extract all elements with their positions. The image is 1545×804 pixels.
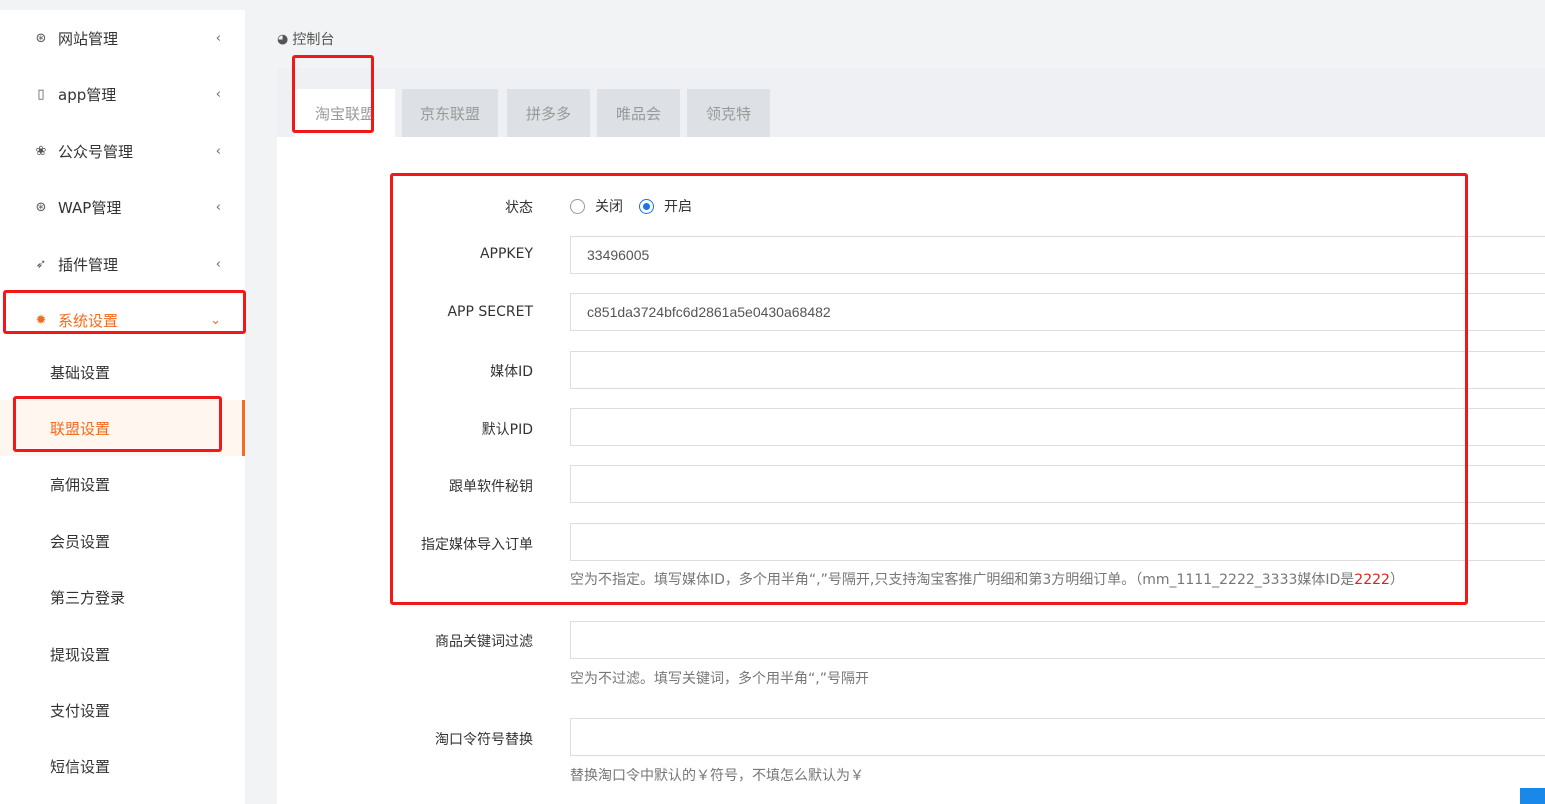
sidebar-item-website[interactable]: ⊛ 网站管理 ‹ xyxy=(0,10,245,66)
sidebar-item-label: app管理 xyxy=(58,85,117,104)
default-pid-label: 默认PID xyxy=(481,422,533,438)
sidebar-subitem-label: 支付设置 xyxy=(50,701,111,720)
rocket-icon: ➶ xyxy=(35,256,47,272)
appkey-input[interactable]: 33496005 xyxy=(570,236,1545,274)
sidebar-item-label: 插件管理 xyxy=(58,255,119,274)
lifebuoy-icon: ⊛ xyxy=(35,199,47,215)
import-media-input[interactable] xyxy=(570,523,1545,561)
status-radio-off[interactable] xyxy=(570,198,585,214)
chevron-left-icon: ‹ xyxy=(215,199,221,215)
status-label: 状态 xyxy=(505,200,533,216)
tab-linktech[interactable]: 领克特 xyxy=(687,89,770,137)
tkl-replace-label: 淘口令符号替换 xyxy=(435,732,533,748)
sidebar-item-plugins[interactable]: ➶ 插件管理 ‹ xyxy=(0,236,245,292)
tracking-key-label: 跟单软件秘钥 xyxy=(449,479,533,495)
chevron-down-icon: ⌄ xyxy=(210,312,221,328)
keyword-filter-help: 空为不过滤。填写关键词，多个用半角“,”号隔开 xyxy=(570,671,869,687)
sidebar-subitem-label: 会员设置 xyxy=(50,532,111,551)
import-media-label: 指定媒体导入订单 xyxy=(421,537,533,553)
wechat-icon: ❀ xyxy=(35,143,47,159)
sidebar: ⊛ 网站管理 ‹ ▯ app管理 ‹ ❀ 公众号管理 ‹ ⊛ WAP管理 ‹ ➶… xyxy=(0,10,245,804)
media-id-input[interactable] xyxy=(570,351,1545,389)
status-radio-off-label[interactable]: 关闭 xyxy=(595,196,623,216)
chevron-left-icon: ‹ xyxy=(215,143,221,159)
sidebar-item-label: WAP管理 xyxy=(58,198,122,217)
sidebar-subitem-basic[interactable]: 基础设置 xyxy=(0,344,245,400)
status-radio-on-label[interactable]: 开启 xyxy=(664,196,692,216)
tab-vipshop[interactable]: 唯品会 xyxy=(597,89,680,137)
sidebar-subitem-alliance[interactable]: 联盟设置 xyxy=(0,400,245,456)
sidebar-subitem-payment[interactable]: 支付设置 xyxy=(0,682,245,738)
default-pid-input[interactable] xyxy=(570,408,1545,446)
tracking-key-input[interactable] xyxy=(570,465,1545,503)
tkl-replace-input[interactable] xyxy=(570,718,1545,756)
tab-jd[interactable]: 京东联盟 xyxy=(402,89,498,137)
keyword-filter-input[interactable] xyxy=(570,621,1545,659)
status-radio-group: 关闭 开启 xyxy=(570,196,708,216)
chevron-left-icon: ‹ xyxy=(215,86,221,102)
main-panel: 淘宝联盟 京东联盟 拼多多 唯品会 领克特 状态 关闭 开启 APPKEY 33… xyxy=(277,69,1545,804)
sidebar-subitem-label: 基础设置 xyxy=(50,363,111,382)
tab-pinduoduo[interactable]: 拼多多 xyxy=(507,89,590,137)
appkey-label: APPKEY xyxy=(479,246,533,262)
sidebar-subitem-label: 高佣设置 xyxy=(50,475,111,494)
tab-bar: 淘宝联盟 京东联盟 拼多多 唯品会 领克特 xyxy=(277,69,1545,137)
sidebar-subitem-label: 第三方登录 xyxy=(50,588,126,607)
sidebar-subitem-third-party-login[interactable]: 第三方登录 xyxy=(0,569,245,625)
status-radio-on[interactable] xyxy=(639,198,654,214)
media-id-label: 媒体ID xyxy=(490,364,533,380)
chevron-left-icon: ‹ xyxy=(215,30,221,46)
sidebar-item-wap[interactable]: ⊛ WAP管理 ‹ xyxy=(0,179,245,235)
corner-button[interactable] xyxy=(1520,788,1545,804)
mobile-icon: ▯ xyxy=(37,86,45,102)
breadcrumb-label[interactable]: 控制台 xyxy=(292,29,334,49)
sidebar-subitem-member[interactable]: 会员设置 xyxy=(0,513,245,569)
breadcrumb: ◕ 控制台 xyxy=(277,29,334,49)
sidebar-subitem-label: 联盟设置 xyxy=(50,419,111,438)
sidebar-subitem-label: 短信设置 xyxy=(50,757,111,776)
tab-taobao[interactable]: 淘宝联盟 xyxy=(295,89,395,137)
tkl-replace-help: 替换淘口令中默认的￥符号，不填怎么默认为￥ xyxy=(570,768,864,784)
import-media-help-highlight: 2222 xyxy=(1354,572,1390,588)
sidebar-item-label: 网站管理 xyxy=(58,29,119,48)
import-media-help-end: ） xyxy=(1389,572,1404,588)
sidebar-subitem-label: 提现设置 xyxy=(50,645,111,664)
sidebar-subitem-withdraw[interactable]: 提现设置 xyxy=(0,626,245,682)
sidebar-item-label: 公众号管理 xyxy=(58,142,134,161)
sidebar-item-wechat[interactable]: ❀ 公众号管理 ‹ xyxy=(0,123,245,179)
dashboard-icon: ◕ xyxy=(277,31,289,47)
chevron-left-icon: ‹ xyxy=(215,256,221,272)
import-media-help-text: 空为不指定。填写媒体ID，多个用半角“,”号隔开,只支持淘宝客推广明细和第3方明… xyxy=(570,572,1355,588)
import-media-help: 空为不指定。填写媒体ID，多个用半角“,”号隔开,只支持淘宝客推广明细和第3方明… xyxy=(570,569,1404,589)
sidebar-subitem-high-commission[interactable]: 高佣设置 xyxy=(0,456,245,512)
sidebar-item-app[interactable]: ▯ app管理 ‹ xyxy=(0,66,245,122)
app-secret-input[interactable]: c851da3724bfc6d2861a5e0430a68482 xyxy=(570,293,1545,331)
sidebar-item-system-settings[interactable]: ✹ 系统设置 ⌄ xyxy=(0,292,245,348)
globe-icon: ⊛ xyxy=(35,30,47,46)
gear-icon: ✹ xyxy=(35,312,47,328)
sidebar-item-label: 系统设置 xyxy=(58,311,119,330)
app-secret-label: APP SECRET xyxy=(447,304,533,320)
keyword-filter-label: 商品关键词过滤 xyxy=(435,634,533,650)
sidebar-subitem-sms[interactable]: 短信设置 xyxy=(0,738,245,794)
